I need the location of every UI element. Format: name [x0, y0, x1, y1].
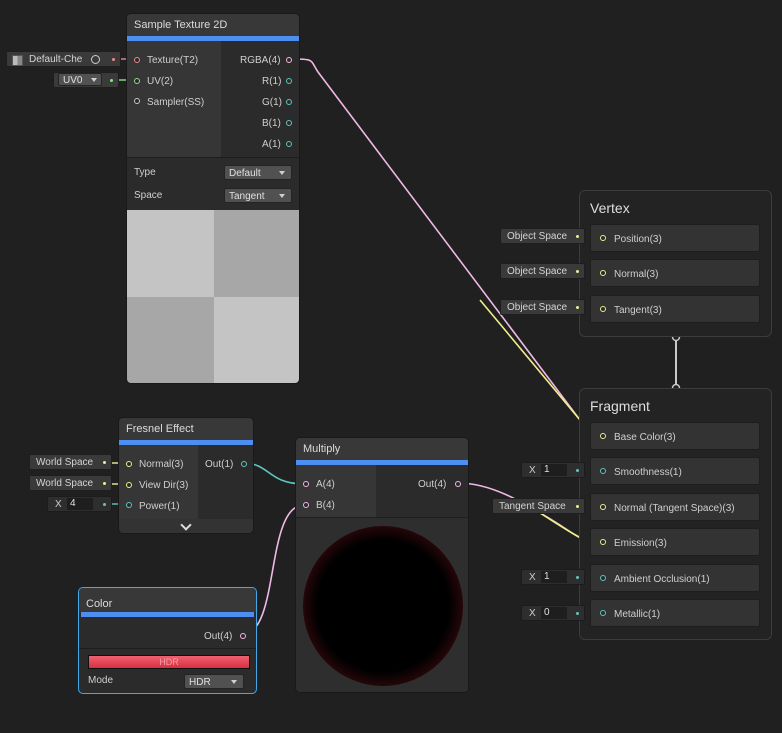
ambient-occlusion-port[interactable] — [600, 575, 606, 581]
type-label: Type — [134, 167, 156, 178]
a-output-label: A(1) — [262, 139, 281, 150]
normal-input-label: Normal(3) — [139, 459, 184, 470]
texture-input-port[interactable] — [134, 57, 140, 63]
base-color-port[interactable] — [600, 433, 606, 439]
smoothness-field[interactable]: X 1 — [521, 462, 585, 478]
vertex-slot-normal[interactable]: Normal(3) — [590, 259, 760, 287]
texture-chip-label: Default-Che — [29, 54, 83, 65]
normal-tangent-space-chip[interactable]: Tangent Space — [492, 498, 585, 514]
out-output-label: Out(1) — [205, 459, 234, 470]
out-output-label: Out(4) — [204, 631, 233, 642]
sampler-input-port[interactable] — [134, 98, 140, 104]
smoothness-value-input[interactable]: 1 — [541, 464, 567, 476]
texture-preview — [127, 210, 299, 383]
out-output-port[interactable] — [455, 481, 461, 487]
node-title: Sample Texture 2D — [127, 14, 299, 36]
normal-input-port[interactable] — [126, 461, 132, 467]
mode-dropdown[interactable]: HDR — [184, 674, 244, 689]
metallic-port[interactable] — [600, 610, 606, 616]
texture-input-chip[interactable]: Default-Che — [6, 51, 121, 67]
ambient-occlusion-field[interactable]: X 1 — [521, 569, 585, 585]
sampler-input-label: Sampler(SS) — [147, 97, 205, 108]
vertex-context[interactable]: Vertex Position(3) Normal(3) Tangent(3) — [579, 190, 772, 337]
power-value-input[interactable]: 4 — [67, 498, 93, 510]
node-title: Fresnel Effect — [119, 418, 253, 440]
fragment-slot-emission[interactable]: Emission(3) — [590, 528, 760, 556]
normal-ts-port[interactable] — [600, 504, 606, 510]
fresnel-power-field[interactable]: X 4 — [47, 496, 112, 512]
object-picker-icon[interactable] — [91, 55, 100, 64]
uv-chip-dot — [110, 79, 113, 82]
texture-chip-dot — [112, 58, 115, 61]
metallic-field[interactable]: X 0 — [521, 605, 585, 621]
uv-dropdown[interactable]: UV0 — [58, 73, 102, 86]
rgba-output-label: RGBA(4) — [240, 55, 281, 66]
b-output-port[interactable] — [286, 120, 292, 126]
multiply-node[interactable]: Multiply A(4) B(4) Out(4) — [295, 437, 469, 693]
emission-port[interactable] — [600, 539, 606, 545]
r-output-port[interactable] — [286, 78, 292, 84]
g-output-port[interactable] — [286, 99, 292, 105]
uv-input-chip[interactable]: UV0 — [53, 72, 119, 88]
out-output-port[interactable] — [240, 633, 246, 639]
b-input-label: B(4) — [316, 500, 335, 511]
vertex-title: Vertex — [590, 200, 630, 216]
fragment-slot-smoothness[interactable]: Smoothness(1) — [590, 457, 760, 485]
vertex-normal-space-chip[interactable]: Object Space — [500, 263, 585, 279]
wire-rgba-to-basecolor — [292, 58, 601, 437]
fresnel-normal-chip[interactable]: World Space — [29, 454, 112, 470]
type-dropdown[interactable]: Default — [224, 165, 292, 180]
viewdir-input-port[interactable] — [126, 482, 132, 488]
multiply-preview — [296, 518, 468, 692]
uv-input-port[interactable] — [134, 78, 140, 84]
hdr-color-swatch[interactable]: HDR — [88, 655, 250, 669]
power-input-label: Power(1) — [139, 501, 180, 512]
g-output-label: G(1) — [262, 97, 282, 108]
space-dropdown[interactable]: Tangent — [224, 188, 292, 203]
ambient-occlusion-value-input[interactable]: 1 — [541, 571, 567, 583]
smoothness-port[interactable] — [600, 468, 606, 474]
fresnel-viewdir-chip[interactable]: World Space — [29, 475, 112, 491]
mode-label: Mode — [88, 675, 114, 686]
a-input-port[interactable] — [303, 481, 309, 487]
space-label: Space — [134, 190, 163, 201]
b-output-label: B(1) — [262, 118, 281, 129]
metallic-value-input[interactable]: 0 — [541, 607, 567, 619]
out-output-label: Out(4) — [418, 479, 447, 490]
texture-thumbnail-icon — [12, 55, 23, 66]
fragment-slot-base-color[interactable]: Base Color(3) — [590, 422, 760, 450]
texture-input-label: Texture(T2) — [147, 55, 199, 66]
fragment-context[interactable]: Fragment Base Color(3) Smoothness(1) Nor… — [579, 388, 772, 640]
rgba-output-port[interactable] — [286, 57, 292, 63]
r-output-label: R(1) — [262, 76, 282, 87]
vertex-slot-tangent[interactable]: Tangent(3) — [590, 295, 760, 323]
fragment-slot-metallic[interactable]: Metallic(1) — [590, 599, 760, 627]
vertex-slot-position[interactable]: Position(3) — [590, 224, 760, 252]
position-port[interactable] — [600, 235, 606, 241]
vertex-tangent-space-chip[interactable]: Object Space — [500, 299, 585, 315]
vertex-position-space-chip[interactable]: Object Space — [500, 228, 585, 244]
b-input-port[interactable] — [303, 502, 309, 508]
viewdir-input-label: View Dir(3) — [139, 480, 189, 491]
fresnel-effect-node[interactable]: Fresnel Effect Normal(3) View Dir(3) Pow… — [118, 417, 254, 534]
node-title: Multiply — [296, 438, 468, 460]
fragment-slot-normal[interactable]: Normal (Tangent Space)(3) — [590, 493, 760, 521]
tangent-port[interactable] — [600, 306, 606, 312]
color-node[interactable]: Color Out(4) HDR Mode HDR — [78, 587, 257, 694]
a-output-port[interactable] — [286, 141, 292, 147]
a-input-label: A(4) — [316, 479, 335, 490]
power-input-port[interactable] — [126, 502, 132, 508]
sample-texture-2d-node[interactable]: Sample Texture 2D Texture(T2) UV(2) Samp… — [126, 13, 300, 384]
normal-port[interactable] — [600, 270, 606, 276]
fragment-slot-ambient-occlusion[interactable]: Ambient Occlusion(1) — [590, 564, 760, 592]
out-output-port[interactable] — [241, 461, 247, 467]
node-title: Color — [79, 588, 256, 612]
fragment-title: Fragment — [590, 398, 650, 414]
uv-input-label: UV(2) — [147, 76, 174, 87]
